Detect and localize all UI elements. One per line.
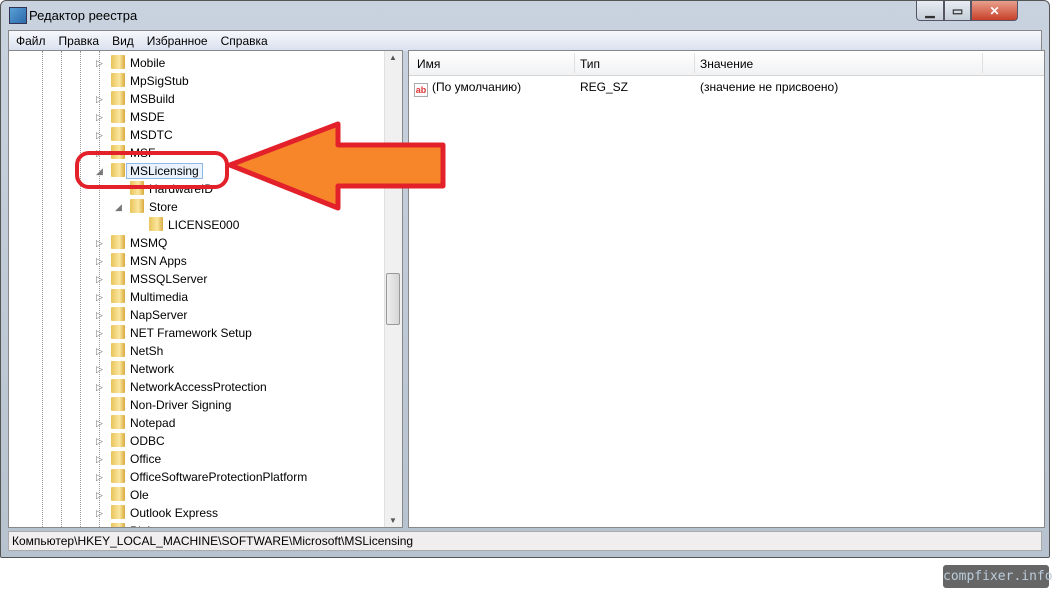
watermark: compfixer.info bbox=[943, 565, 1052, 588]
annotation-overlay bbox=[75, 121, 446, 211]
highlight-outline bbox=[75, 151, 229, 189]
arrow-annotation-icon bbox=[227, 121, 446, 211]
